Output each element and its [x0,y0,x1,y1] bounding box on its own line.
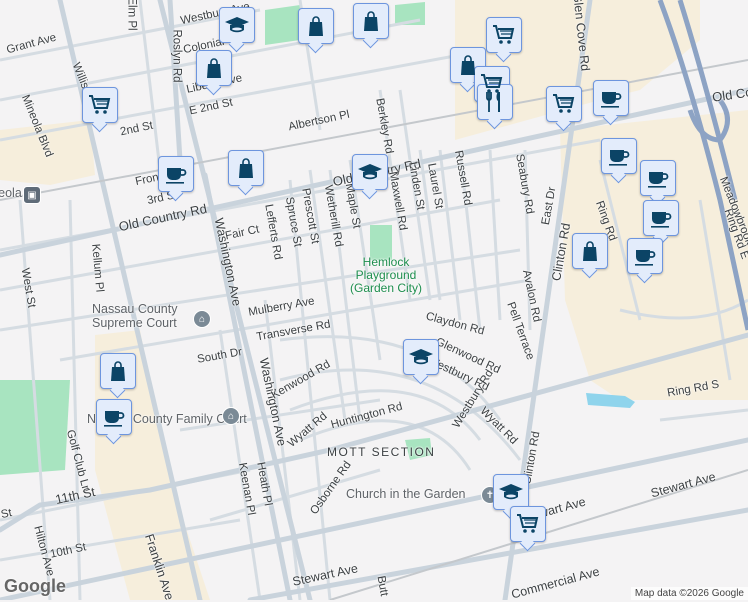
marker-coffee[interactable] [627,238,663,274]
marker-coffee[interactable] [96,399,132,435]
shopping-icon [583,241,597,261]
school-icon [499,484,523,500]
coffee-icon [166,168,187,184]
coffee-icon [601,92,622,108]
school-icon [358,164,382,180]
school-icon [409,349,433,365]
coffee-icon [648,172,669,188]
marker-shopping[interactable] [572,233,608,269]
street-label: Elm Pl [125,0,138,31]
marker-school[interactable] [352,154,388,190]
shopping-icon [207,58,221,78]
park-label: Hemlock Playground (Garden City) [349,255,423,295]
marker-shopping[interactable] [196,50,232,86]
grocery-icon [493,25,515,44]
shopping-icon [111,361,125,381]
marker-grocery[interactable] [510,506,546,542]
map-attribution[interactable]: Map data ©2026 Google [630,587,748,600]
marker-shopping[interactable] [353,3,389,39]
marker-coffee[interactable] [601,138,637,174]
coffee-icon [609,150,630,166]
marker-restaurant[interactable] [477,84,513,120]
marker-grocery[interactable] [486,17,522,53]
grocery-icon [553,94,575,113]
marker-coffee[interactable] [640,160,676,196]
marker-shopping[interactable] [228,150,264,186]
marker-school[interactable] [403,339,439,375]
shopping-icon [461,55,475,75]
poi-church[interactable]: Church in the Garden [346,487,466,501]
street-label: Roslyn Rd [170,29,183,83]
coffee-icon [651,212,672,228]
school-icon [225,17,249,33]
shopping-icon [309,16,323,36]
poi-supreme-court[interactable]: Nassau County Supreme Court [92,302,192,330]
grocery-icon [517,514,539,533]
google-logo: Google [4,576,66,596]
coffee-icon [104,411,125,427]
courthouse-icon[interactable]: ⌂ [222,407,240,425]
shopping-icon [364,11,378,31]
marker-grocery[interactable] [82,87,118,123]
restaurant-icon [486,92,500,112]
marker-coffee[interactable] [643,200,679,236]
marker-school[interactable] [219,7,255,43]
marker-coffee[interactable] [158,156,194,192]
marker-shopping[interactable] [100,353,136,389]
neighborhood-label: MOTT SECTION [327,445,436,459]
train-station-icon[interactable]: ▣ [23,186,41,204]
marker-school[interactable] [493,474,529,510]
coffee-icon [635,250,656,266]
courthouse-icon[interactable]: ⌂ [193,310,211,328]
marker-shopping[interactable] [298,8,334,44]
marker-coffee[interactable] [593,80,629,116]
grocery-icon [89,95,111,114]
marker-grocery[interactable] [546,86,582,122]
station-label[interactable]: Mineola [0,186,22,200]
shopping-icon [239,158,253,178]
